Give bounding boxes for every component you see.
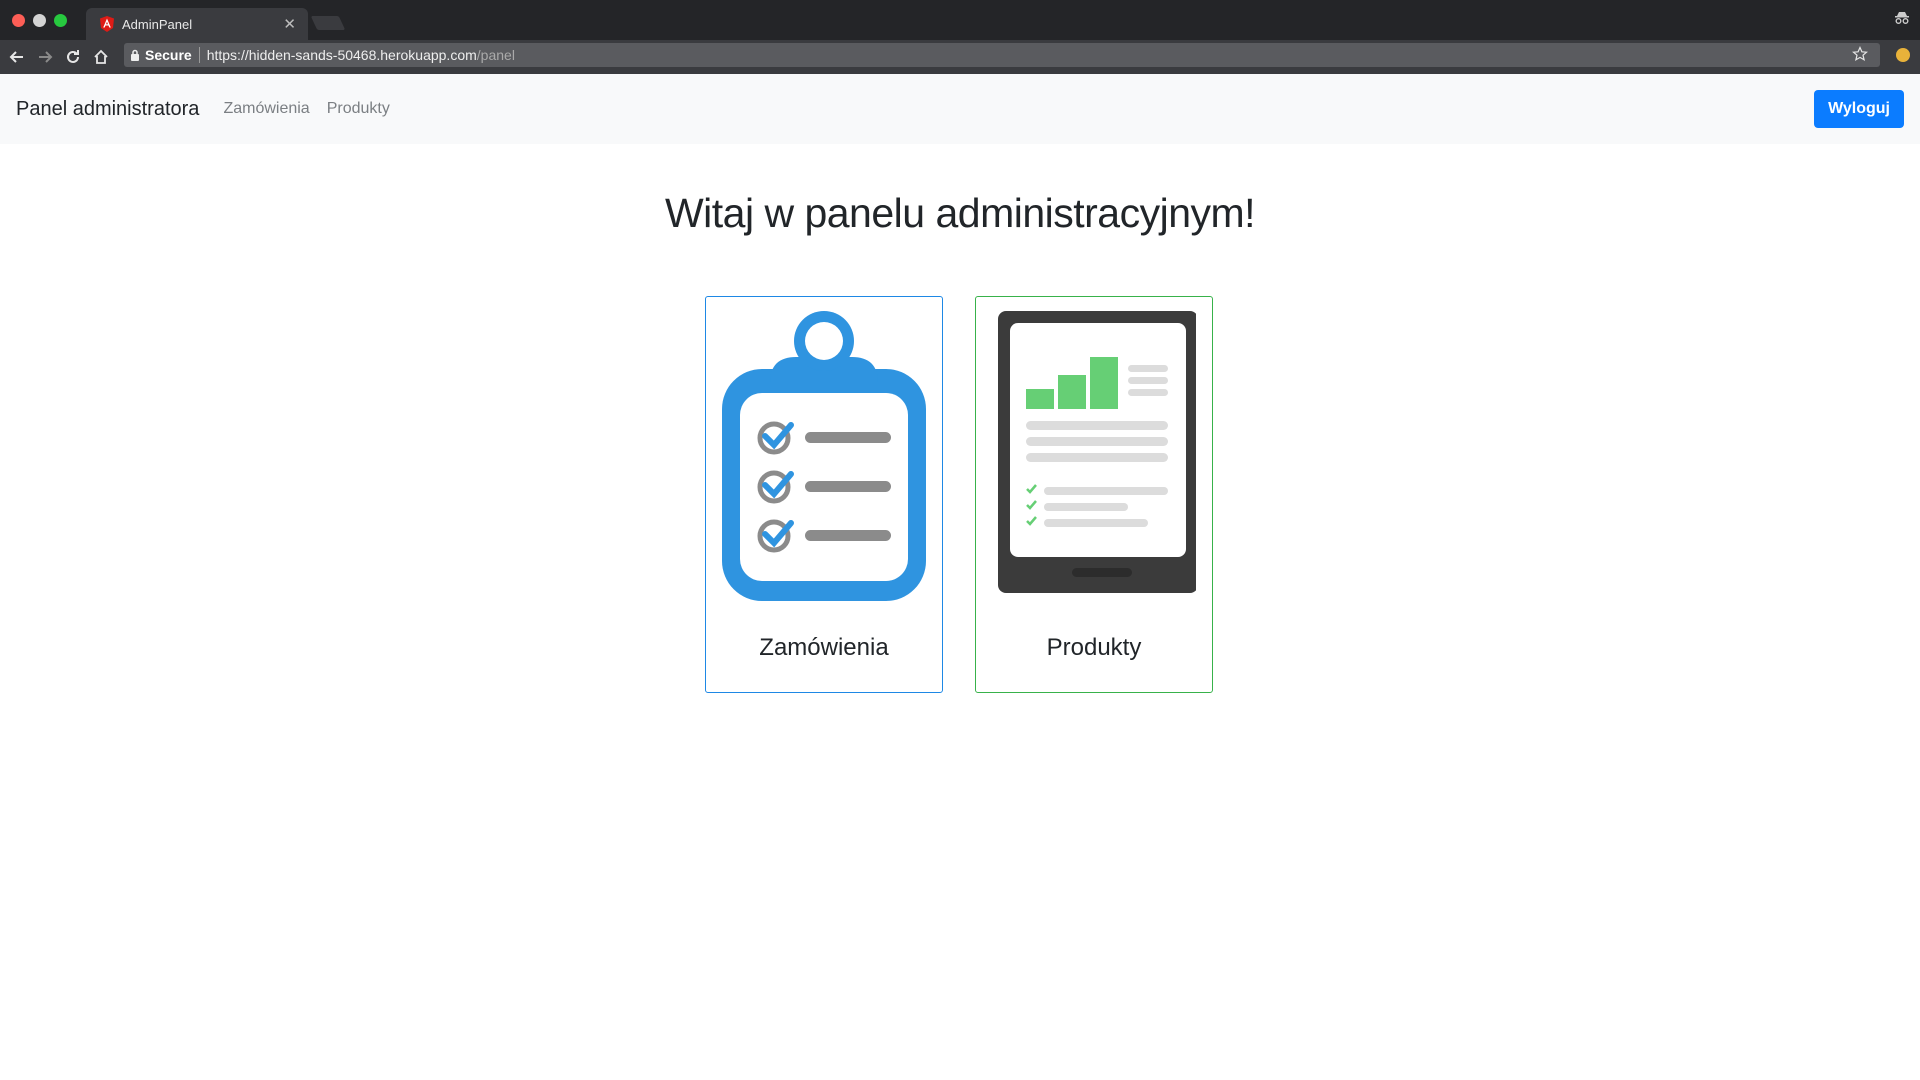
url-path: /panel [476, 47, 515, 63]
orders-card[interactable]: Zamówienia [705, 296, 943, 693]
tab-title: AdminPanel [122, 16, 193, 32]
extension-warning-icon[interactable] [1896, 48, 1910, 62]
products-card[interactable]: Produkty [975, 296, 1213, 693]
home-button[interactable] [90, 46, 112, 68]
url-host: https://hidden-sands-50468.herokuapp.com [206, 47, 477, 63]
forward-button[interactable] [34, 46, 56, 68]
browser-tab[interactable]: AdminPanel ✕ [86, 8, 308, 40]
bookmark-star-icon[interactable] [1852, 46, 1868, 62]
address-bar[interactable]: Secure https://hidden-sands-50468.heroku… [124, 43, 1880, 67]
angular-logo-icon [100, 16, 114, 32]
nav-link-products[interactable]: Produkty [327, 100, 390, 118]
maximize-window-button[interactable] [54, 14, 67, 27]
products-card-title: Produkty [1046, 634, 1142, 661]
arrow-right-icon [39, 51, 53, 63]
clipboard-checklist-icon [722, 311, 926, 601]
secure-label: Secure [145, 47, 192, 63]
app-navbar: Panel administratora Zamówienia Produkty… [0, 74, 1920, 144]
logout-button[interactable]: Wyloguj [1814, 90, 1904, 128]
back-button[interactable] [6, 46, 28, 68]
nav-link-orders[interactable]: Zamówienia [223, 100, 309, 118]
orders-card-title: Zamówienia [759, 634, 889, 661]
window-controls [12, 14, 67, 27]
url-divider [198, 47, 200, 63]
close-window-button[interactable] [12, 14, 25, 27]
lock-icon [131, 49, 139, 61]
browser-titlebar: AdminPanel ✕ [0, 0, 1920, 40]
tab-close-icon[interactable]: ✕ [283, 15, 296, 33]
page-title: Witaj w panelu administracyjnym! [664, 190, 1256, 236]
home-icon [94, 49, 108, 64]
navbar-brand[interactable]: Panel administratora [16, 98, 199, 121]
new-tab-button[interactable] [310, 16, 346, 30]
reload-icon [67, 50, 79, 63]
incognito-icon [1895, 12, 1909, 24]
tablet-report-icon [998, 311, 1196, 593]
reload-button[interactable] [62, 46, 84, 68]
arrow-left-icon [9, 51, 23, 63]
minimize-window-button[interactable] [33, 14, 46, 27]
